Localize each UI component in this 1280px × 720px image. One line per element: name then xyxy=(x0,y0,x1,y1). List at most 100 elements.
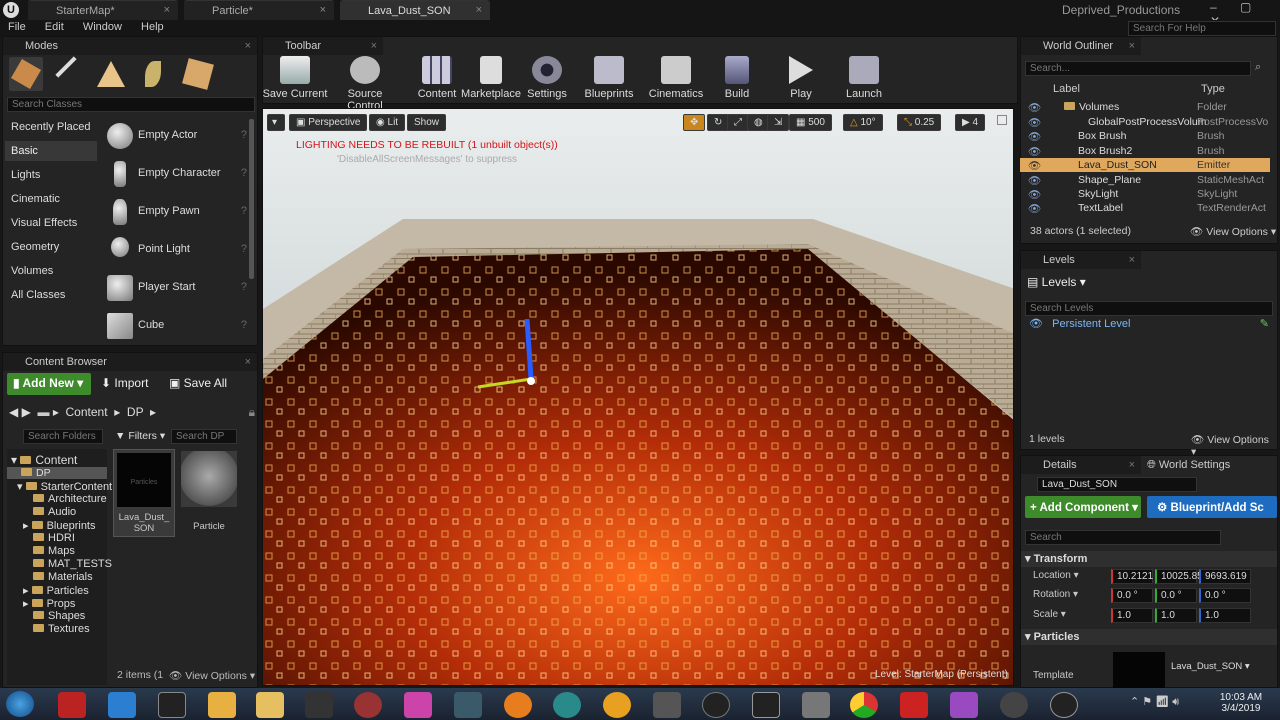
outliner-row-shape-plane[interactable]: 👁︎ Shape_Plane StaticMeshAct xyxy=(1020,173,1270,187)
taskbar-app-6[interactable] xyxy=(305,692,333,718)
taskbar-app-4[interactable] xyxy=(208,692,236,718)
location-x[interactable]: 10.2121 xyxy=(1111,569,1153,584)
place-mode-icon[interactable] xyxy=(9,57,43,91)
back-arrow-icon[interactable]: ◀ xyxy=(9,405,18,419)
grid-snap-button[interactable]: ▦ 500 xyxy=(789,114,832,131)
lock-icon[interactable]: 🔒︎ xyxy=(249,405,255,420)
lit-button[interactable]: ◉ Lit xyxy=(369,114,406,131)
location-y[interactable]: 10025.85 xyxy=(1155,569,1203,584)
source-control-button[interactable]: Source Control xyxy=(330,56,400,112)
persistent-level-row[interactable]: 👁︎ Persistent Level ✎ xyxy=(1029,317,1269,330)
taskbar-app-3[interactable] xyxy=(158,692,186,718)
tree-audio[interactable]: Audio xyxy=(33,506,76,518)
world-settings-tab[interactable]: 🌐︎ World Settings xyxy=(1147,459,1230,472)
scale-y[interactable]: 1.0 xyxy=(1155,608,1197,623)
taskbar-obs[interactable] xyxy=(702,692,730,718)
category-lights[interactable]: Lights xyxy=(11,169,40,181)
add-component-button[interactable]: + Add Component ▾ xyxy=(1025,496,1141,518)
translate-tool-button[interactable]: ✥ xyxy=(683,114,706,131)
launch-button[interactable]: Launch xyxy=(829,56,899,100)
tree-maps[interactable]: Maps xyxy=(33,545,75,557)
menu-file[interactable]: File xyxy=(0,20,34,34)
taskbar-app-8[interactable] xyxy=(404,692,432,718)
perspective-button[interactable]: ▣ Perspective xyxy=(289,114,368,131)
rotation-x[interactable]: 0.0 ° xyxy=(1111,588,1153,603)
outliner-view-options[interactable]: 👁︎ View Options ▾ xyxy=(1190,225,1276,238)
camera-speed-button[interactable]: ▶ 4 xyxy=(955,114,986,131)
modes-scrollbar[interactable] xyxy=(249,119,254,279)
outliner-row-box-brush[interactable]: 👁︎ Box Brush Brush xyxy=(1020,129,1270,143)
category-basic-selected[interactable]: Basic xyxy=(5,141,97,161)
filters-button[interactable]: ▼ Filters ▾ xyxy=(115,430,165,442)
viewport-options-button[interactable]: ▾ xyxy=(267,114,285,131)
breadcrumb-dp[interactable]: DP xyxy=(127,405,143,419)
menu-help[interactable]: Help xyxy=(133,20,172,34)
taskbar-chrome[interactable] xyxy=(850,692,878,718)
tree-dp[interactable]: DP xyxy=(7,467,107,479)
breadcrumb-content[interactable]: Content xyxy=(66,405,108,419)
content-view-options[interactable]: 👁︎ View Options ▾ xyxy=(169,669,255,682)
add-new-button[interactable]: ▮ Add New ▾ xyxy=(7,373,91,395)
tree-textures[interactable]: Textures xyxy=(33,623,90,635)
details-tab[interactable]: Details × xyxy=(1021,456,1141,474)
taskbar-app-9[interactable] xyxy=(454,692,482,718)
tree-content[interactable]: ▾ Content xyxy=(11,453,77,467)
taskbar-explorer[interactable] xyxy=(256,692,284,718)
rotation-y[interactable]: 0.0 ° xyxy=(1155,588,1197,603)
help-search-input[interactable]: Search For Help xyxy=(1128,21,1276,36)
settings-button[interactable]: Settings xyxy=(512,56,582,100)
category-volumes[interactable]: Volumes xyxy=(11,265,53,277)
unreal-logo-icon[interactable]: U xyxy=(3,2,19,18)
search-folders-input[interactable]: Search Folders xyxy=(23,429,103,444)
outliner-search-input[interactable]: Search... xyxy=(1025,61,1251,76)
scale-z[interactable]: 1.0 xyxy=(1199,608,1251,623)
class-empty-actor[interactable]: Empty Actor? xyxy=(103,119,251,153)
category-recently-placed[interactable]: Recently Placed xyxy=(11,121,91,133)
taskbar-unreal[interactable] xyxy=(1000,692,1028,718)
taskbar-app-11[interactable] xyxy=(553,692,581,718)
save-current-button[interactable]: Save Current xyxy=(260,56,330,100)
outliner-row-box-brush2[interactable]: 👁︎ Box Brush2 Brush xyxy=(1020,144,1270,158)
rotation-z[interactable]: 0.0 ° xyxy=(1199,588,1251,603)
category-geometry[interactable]: Geometry xyxy=(11,241,59,253)
build-button[interactable]: Build xyxy=(702,56,772,100)
forward-arrow-icon[interactable]: ▶ xyxy=(22,405,31,419)
import-button[interactable]: ⬇ Import xyxy=(101,376,148,390)
taskbar-app-13[interactable] xyxy=(653,692,681,718)
actor-name-field[interactable]: Lava_Dust_SON xyxy=(1037,477,1197,492)
scale-snap-button[interactable]: ⤡ 0.25 xyxy=(897,114,942,131)
blueprints-button[interactable]: Blueprints xyxy=(574,56,644,100)
outliner-row-globalpostprocess[interactable]: 👁︎ GlobalPostProcessVolum PostProcessVo xyxy=(1020,115,1270,129)
outliner-row-skylight[interactable]: 👁︎ SkyLight SkyLight xyxy=(1020,187,1270,201)
tab-startermap[interactable]: StarterMap* × xyxy=(28,0,178,20)
particles-section[interactable]: ▾ Particles xyxy=(1021,629,1277,645)
transform-section[interactable]: ▾ Transform xyxy=(1021,551,1277,567)
rotation-snap-button[interactable]: △ 10° xyxy=(843,114,883,131)
taskbar-app-16[interactable] xyxy=(802,692,830,718)
taskbar-app-7[interactable] xyxy=(354,692,382,718)
outliner-row-lava-dust-son[interactable]: 👁︎ Lava_Dust_SON Emitter xyxy=(1020,158,1270,172)
details-search-input[interactable]: Search xyxy=(1025,530,1221,545)
class-player-start[interactable]: Player Start? xyxy=(103,271,251,305)
tree-props[interactable]: ▸ Props xyxy=(23,597,75,610)
taskbar-app-21[interactable] xyxy=(1050,692,1078,718)
tree-hdri[interactable]: HDRI xyxy=(33,532,75,544)
tree-particles[interactable]: ▸ Particles xyxy=(23,584,89,597)
tree-blueprints[interactable]: ▸ Blueprints xyxy=(23,519,96,532)
taskbar-app-18[interactable] xyxy=(900,692,928,718)
class-point-light[interactable]: Point Light? xyxy=(103,233,251,267)
class-empty-character[interactable]: Empty Character? xyxy=(103,157,251,191)
maximize-viewport-icon[interactable] xyxy=(997,115,1007,125)
category-cinematic[interactable]: Cinematic xyxy=(11,193,60,205)
tree-architecture[interactable]: Architecture xyxy=(33,493,107,505)
template-dropdown[interactable]: Lava_Dust_SON ▾ xyxy=(1171,661,1250,672)
taskbar-app-12[interactable] xyxy=(603,692,631,718)
surface-snap-button[interactable]: ⇲ xyxy=(767,114,790,131)
taskbar-app-1[interactable] xyxy=(58,692,86,718)
location-z[interactable]: 9693.619 xyxy=(1199,569,1251,584)
cinematics-button[interactable]: Cinematics xyxy=(641,56,711,100)
category-visual-effects[interactable]: Visual Effects xyxy=(11,217,77,229)
menu-edit[interactable]: Edit xyxy=(37,20,72,34)
taskbar-epic-games[interactable] xyxy=(752,692,780,718)
foliage-mode-icon[interactable] xyxy=(145,61,161,87)
